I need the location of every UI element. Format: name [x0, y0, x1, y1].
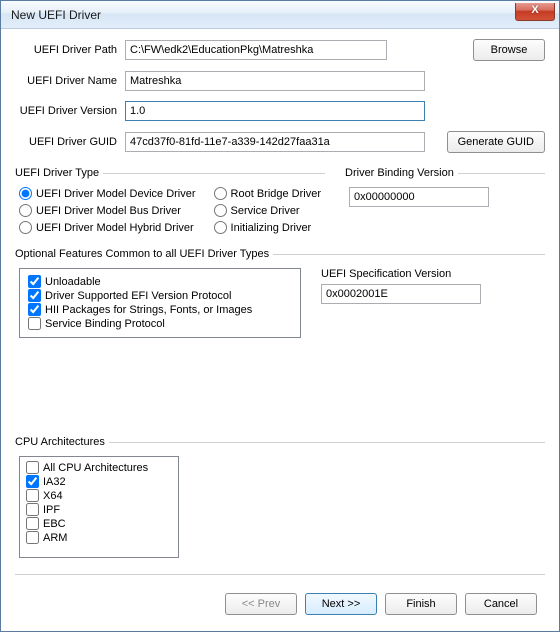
check-service-binding-input[interactable] — [28, 317, 41, 330]
radio-bus-driver-input[interactable] — [19, 204, 32, 217]
check-unloadable-label: Unloadable — [45, 276, 101, 288]
label-cpu-arch: CPU Architectures — [15, 436, 109, 448]
footer-buttons: << Prev Next >> Finish Cancel — [15, 587, 545, 623]
generate-guid-button[interactable]: Generate GUID — [447, 131, 545, 153]
check-cpu-ia32-input[interactable] — [26, 475, 39, 488]
label-driver-guid: UEFI Driver GUID — [15, 136, 119, 148]
driver-guid-input[interactable] — [125, 132, 425, 152]
radio-bus-driver-label: UEFI Driver Model Bus Driver — [36, 205, 181, 217]
check-cpu-ipf-label: IPF — [43, 504, 60, 516]
check-cpu-all-label: All CPU Architectures — [43, 462, 148, 474]
radio-root-bridge-input[interactable] — [214, 187, 227, 200]
label-binding-version: Driver Binding Version — [345, 167, 458, 179]
label-driver-path: UEFI Driver Path — [15, 44, 119, 56]
radio-device-driver-label: UEFI Driver Model Device Driver — [36, 188, 196, 200]
radio-hybrid-driver[interactable]: UEFI Driver Model Hybrid Driver — [19, 221, 196, 234]
dialog-window: New UEFI Driver X UEFI Driver Path Brows… — [0, 0, 560, 632]
check-efi-version[interactable]: Driver Supported EFI Version Protocol — [28, 289, 292, 302]
radio-initializing-driver-label: Initializing Driver — [231, 222, 312, 234]
label-driver-type: UEFI Driver Type — [15, 167, 103, 179]
check-cpu-arm-label: ARM — [43, 532, 67, 544]
driver-version-input[interactable] — [125, 101, 425, 121]
radio-device-driver-input[interactable] — [19, 187, 32, 200]
check-cpu-x64-input[interactable] — [26, 489, 39, 502]
radio-device-driver[interactable]: UEFI Driver Model Device Driver — [19, 187, 196, 200]
label-driver-version: UEFI Driver Version — [15, 105, 119, 117]
label-driver-name: UEFI Driver Name — [15, 75, 119, 87]
check-cpu-x64-label: X64 — [43, 490, 63, 502]
radio-hybrid-driver-label: UEFI Driver Model Hybrid Driver — [36, 222, 194, 234]
driver-name-input[interactable] — [125, 71, 425, 91]
cpu-arch-box: All CPU Architectures IA32 X64 IPF EBC — [19, 456, 179, 558]
footer-separator — [15, 574, 545, 575]
check-unloadable[interactable]: Unloadable — [28, 275, 292, 288]
check-hii-label: HII Packages for Strings, Fonts, or Imag… — [45, 304, 252, 316]
check-service-binding[interactable]: Service Binding Protocol — [28, 317, 292, 330]
check-cpu-ipf[interactable]: IPF — [26, 503, 172, 516]
check-cpu-arm-input[interactable] — [26, 531, 39, 544]
finish-button[interactable]: Finish — [385, 593, 457, 615]
check-hii[interactable]: HII Packages for Strings, Fonts, or Imag… — [28, 303, 292, 316]
title-bar: New UEFI Driver X — [1, 1, 559, 29]
radio-initializing-driver-input[interactable] — [214, 221, 227, 234]
prev-button[interactable]: << Prev — [225, 593, 297, 615]
check-cpu-x64[interactable]: X64 — [26, 489, 172, 502]
spec-version-input[interactable] — [321, 284, 481, 304]
check-service-binding-label: Service Binding Protocol — [45, 318, 165, 330]
check-cpu-ia32[interactable]: IA32 — [26, 475, 172, 488]
check-efi-version-input[interactable] — [28, 289, 41, 302]
browse-button[interactable]: Browse — [473, 39, 545, 61]
radio-root-bridge-label: Root Bridge Driver — [231, 188, 321, 200]
check-unloadable-input[interactable] — [28, 275, 41, 288]
radio-root-bridge[interactable]: Root Bridge Driver — [214, 187, 321, 200]
check-cpu-all[interactable]: All CPU Architectures — [26, 461, 172, 474]
check-cpu-arm[interactable]: ARM — [26, 531, 172, 544]
check-cpu-ebc[interactable]: EBC — [26, 517, 172, 530]
label-spec-version: UEFI Specification Version — [321, 268, 541, 280]
label-optional-features: Optional Features Common to all UEFI Dri… — [15, 248, 273, 260]
driver-path-input[interactable] — [125, 40, 387, 60]
radio-bus-driver[interactable]: UEFI Driver Model Bus Driver — [19, 204, 196, 217]
check-cpu-ia32-label: IA32 — [43, 476, 66, 488]
check-cpu-all-input[interactable] — [26, 461, 39, 474]
radio-hybrid-driver-input[interactable] — [19, 221, 32, 234]
close-button[interactable]: X — [515, 3, 555, 21]
check-cpu-ebc-input[interactable] — [26, 517, 39, 530]
dialog-content: UEFI Driver Path Browse UEFI Driver Name… — [1, 29, 559, 631]
window-title: New UEFI Driver — [11, 8, 101, 22]
radio-initializing-driver[interactable]: Initializing Driver — [214, 221, 321, 234]
radio-service-driver-label: Service Driver — [231, 205, 300, 217]
radio-service-driver-input[interactable] — [214, 204, 227, 217]
radio-service-driver[interactable]: Service Driver — [214, 204, 321, 217]
check-efi-version-label: Driver Supported EFI Version Protocol — [45, 290, 231, 302]
cancel-button[interactable]: Cancel — [465, 593, 537, 615]
check-cpu-ipf-input[interactable] — [26, 503, 39, 516]
next-button[interactable]: Next >> — [305, 593, 377, 615]
check-cpu-ebc-label: EBC — [43, 518, 66, 530]
check-hii-input[interactable] — [28, 303, 41, 316]
binding-version-input[interactable] — [349, 187, 489, 207]
